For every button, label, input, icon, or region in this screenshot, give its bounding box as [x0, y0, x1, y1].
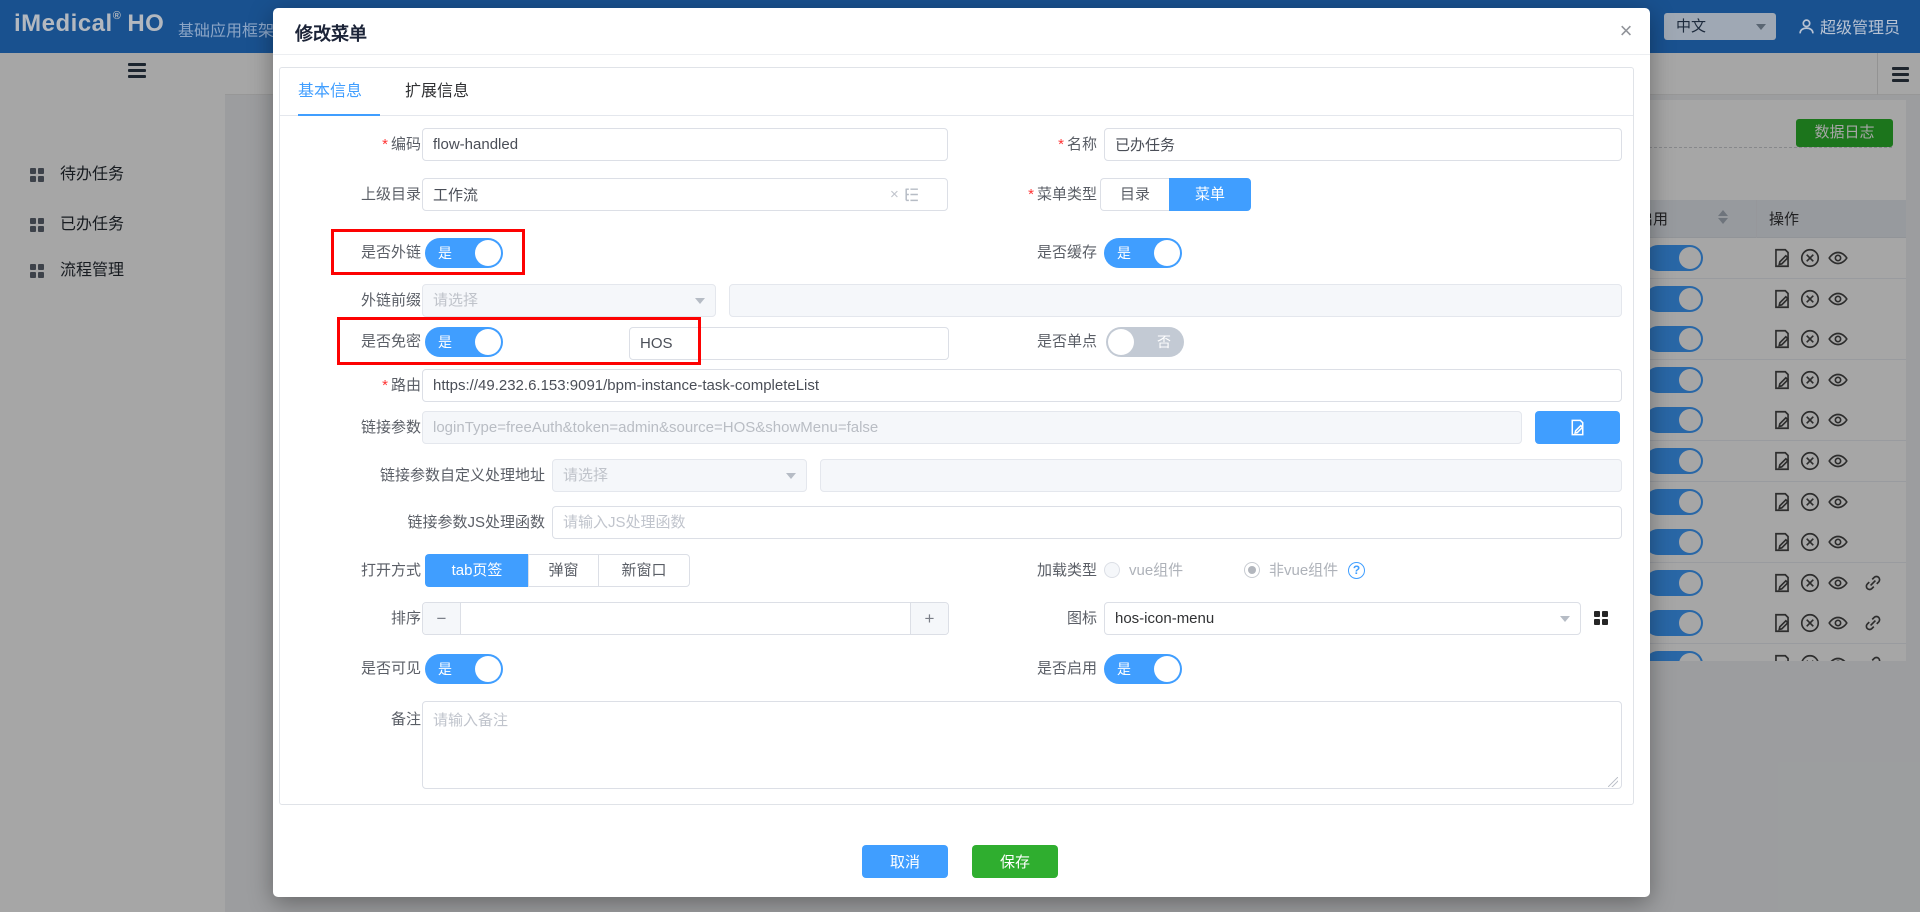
- form-row: 是否外链 是 是否缓存 是: [280, 238, 1633, 268]
- icon-select[interactable]: hos-icon-menu: [1104, 602, 1581, 635]
- tab-basic-info[interactable]: 基本信息: [298, 68, 362, 116]
- user-icon: [1798, 18, 1815, 35]
- icon-picker-grid-icon[interactable]: [1594, 611, 1608, 625]
- chevron-down-icon: [695, 298, 705, 304]
- form-row: 打开方式 tab页签 弹窗 新窗口 加载类型 vue组件 非vue组件 ?: [280, 554, 1633, 587]
- link-custom-input[interactable]: [820, 459, 1622, 492]
- is-external-label: 是否外链: [280, 238, 421, 268]
- form-row: 外链前缀 请选择: [280, 284, 1633, 317]
- tab-extended-info[interactable]: 扩展信息: [405, 68, 469, 116]
- form-row: 是否免密 是 是否单点 否: [280, 327, 1633, 360]
- app-logo: iMedical®HO: [14, 10, 164, 38]
- divider: [273, 54, 1650, 55]
- form-row: 上级目录 × *菜单类型 目录 菜单: [280, 178, 1633, 211]
- remark-label: 备注: [280, 701, 421, 734]
- chevron-down-icon: [786, 473, 796, 479]
- link-custom-label: 链接参数自定义处理地址: [280, 459, 545, 492]
- load-type-radio-nonvue[interactable]: [1244, 562, 1260, 578]
- form-row: 排序 − + 图标 hos-icon-menu: [280, 602, 1633, 635]
- user-name: 超级管理员: [1820, 14, 1900, 38]
- form-row: 是否可见 是 是否启用 是: [280, 654, 1633, 684]
- form-row: 链接参数自定义处理地址 请选择: [280, 459, 1633, 492]
- tab-bar: 基本信息 扩展信息: [280, 68, 1633, 116]
- dialog-form-container: 基本信息 扩展信息 *编码 *名称 上级目录 × *菜单类型 目录 菜单: [279, 67, 1634, 805]
- form-row: 链接参数: [280, 411, 1633, 444]
- load-type-nonvue-label: 非vue组件: [1269, 554, 1338, 587]
- remark-textarea[interactable]: [422, 701, 1622, 789]
- code-label: *编码: [280, 128, 421, 161]
- link-js-label: 链接参数JS处理函数: [280, 506, 545, 539]
- help-icon[interactable]: ?: [1348, 562, 1365, 579]
- parent-dir-label: 上级目录: [280, 178, 421, 211]
- chevron-down-icon: [1560, 616, 1570, 622]
- enabled-toggle[interactable]: 是: [1104, 654, 1182, 684]
- load-type-vue-label: vue组件: [1129, 554, 1183, 587]
- external-prefix-url-input[interactable]: [729, 284, 1622, 317]
- decrease-button[interactable]: −: [423, 603, 461, 634]
- save-button[interactable]: 保存: [972, 845, 1058, 878]
- app-subtitle: 基础应用框架: [178, 17, 274, 41]
- chevron-down-icon: [1756, 24, 1766, 30]
- is-free-auth-label: 是否免密: [280, 327, 421, 357]
- visible-toggle[interactable]: 是: [425, 654, 503, 684]
- edit-menu-dialog: 修改菜单 × 基本信息 扩展信息 *编码 *名称 上级目录 × *菜单类型 目录: [273, 8, 1650, 897]
- form-row: *编码 *名称: [280, 128, 1633, 161]
- cancel-button[interactable]: 取消: [862, 845, 948, 878]
- edit-icon: [1568, 418, 1587, 437]
- form-row: 链接参数JS处理函数: [280, 506, 1633, 539]
- language-value: 中文: [1676, 18, 1706, 35]
- resize-handle[interactable]: [1608, 777, 1618, 787]
- external-prefix-select[interactable]: 请选择: [422, 284, 716, 317]
- name-label: *名称: [804, 128, 1097, 161]
- close-icon[interactable]: ×: [1613, 18, 1639, 44]
- sort-label: 排序: [280, 602, 421, 635]
- active-tab-indicator: [298, 114, 380, 116]
- link-params-label: 链接参数: [280, 411, 421, 444]
- is-external-toggle[interactable]: 是: [425, 238, 503, 268]
- menu-type-group: 目录 菜单: [1100, 178, 1251, 211]
- visible-label: 是否可见: [280, 654, 421, 684]
- open-mode-group: tab页签 弹窗 新窗口: [425, 554, 690, 587]
- is-free-auth-toggle[interactable]: 是: [425, 327, 503, 357]
- menu-type-option-dir[interactable]: 目录: [1100, 178, 1169, 211]
- open-mode-tab[interactable]: tab页签: [425, 554, 528, 587]
- link-custom-select[interactable]: 请选择: [552, 459, 807, 492]
- load-type-radio-vue[interactable]: [1104, 562, 1120, 578]
- open-mode-popup[interactable]: 弹窗: [528, 554, 598, 587]
- language-select[interactable]: 中文: [1664, 13, 1776, 40]
- icon-label: 图标: [804, 602, 1097, 635]
- open-mode-new-window[interactable]: 新窗口: [598, 554, 690, 587]
- enabled-label: 是否启用: [804, 654, 1097, 684]
- route-label: *路由: [280, 369, 421, 402]
- load-type-label: 加载类型: [804, 554, 1097, 587]
- is-sso-label: 是否单点: [804, 327, 1097, 357]
- open-mode-label: 打开方式: [280, 554, 421, 587]
- is-cache-toggle[interactable]: 是: [1104, 238, 1182, 268]
- dialog-title: 修改菜单: [295, 20, 367, 46]
- form-row: *路由: [280, 369, 1633, 402]
- link-params-input[interactable]: [422, 411, 1522, 444]
- menu-type-option-menu[interactable]: 菜单: [1169, 178, 1251, 211]
- route-input[interactable]: [422, 369, 1622, 402]
- external-prefix-label: 外链前缀: [280, 284, 421, 317]
- is-cache-label: 是否缓存: [804, 238, 1097, 268]
- edit-link-params-button[interactable]: [1535, 411, 1620, 444]
- menu-type-label: *菜单类型: [804, 178, 1097, 211]
- name-input[interactable]: [1104, 128, 1622, 161]
- form-row: 备注: [280, 701, 1633, 789]
- is-sso-toggle[interactable]: 否: [1106, 327, 1184, 357]
- user-menu[interactable]: 超级管理员: [1798, 14, 1900, 38]
- link-js-input[interactable]: [552, 506, 1622, 539]
